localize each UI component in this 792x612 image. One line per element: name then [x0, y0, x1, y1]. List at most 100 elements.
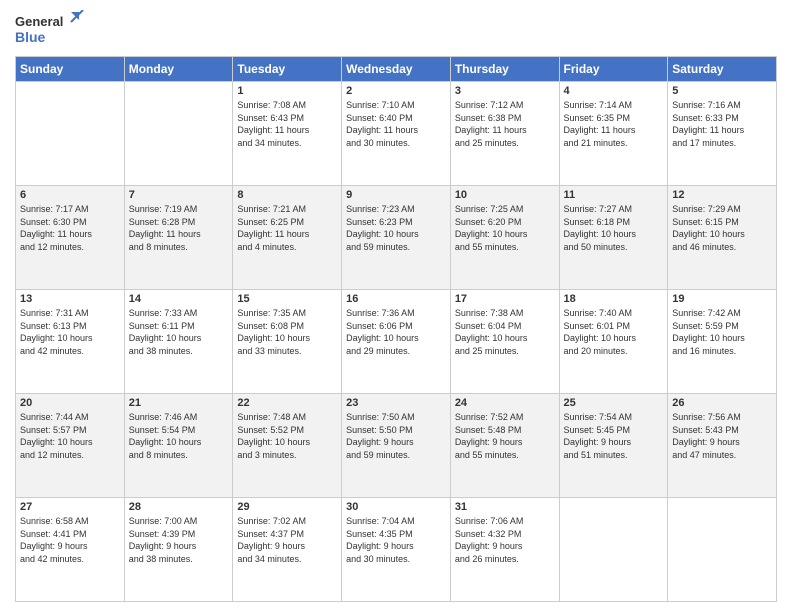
day-number: 8	[237, 189, 337, 201]
day-cell: 2 Sunrise: 7:10 AM Sunset: 6:40 PM Daylig…	[342, 82, 451, 186]
day-number: 30	[346, 501, 446, 513]
day-cell	[668, 498, 777, 602]
day-number: 15	[237, 293, 337, 305]
day-cell: 15 Sunrise: 7:35 AM Sunset: 6:08 PM Dayli…	[233, 290, 342, 394]
day-cell	[559, 498, 668, 602]
day-number: 17	[455, 293, 555, 305]
day-info: Sunrise: 7:33 AM Sunset: 6:11 PM Dayligh…	[129, 307, 229, 357]
col-header-monday: Monday	[124, 57, 233, 82]
svg-text:General: General	[15, 14, 63, 29]
day-info: Sunrise: 7:31 AM Sunset: 6:13 PM Dayligh…	[20, 307, 120, 357]
week-row-4: 20 Sunrise: 7:44 AM Sunset: 5:57 PM Dayli…	[16, 394, 777, 498]
logo: General Blue	[15, 10, 85, 48]
day-info: Sunrise: 7:02 AM Sunset: 4:37 PM Dayligh…	[237, 515, 337, 565]
day-info: Sunrise: 7:19 AM Sunset: 6:28 PM Dayligh…	[129, 203, 229, 253]
day-number: 22	[237, 397, 337, 409]
day-number: 16	[346, 293, 446, 305]
day-info: Sunrise: 7:42 AM Sunset: 5:59 PM Dayligh…	[672, 307, 772, 357]
day-cell	[16, 82, 125, 186]
day-number: 31	[455, 501, 555, 513]
day-headers-row: SundayMondayTuesdayWednesdayThursdayFrid…	[16, 57, 777, 82]
week-row-3: 13 Sunrise: 7:31 AM Sunset: 6:13 PM Dayli…	[16, 290, 777, 394]
header: General Blue	[15, 10, 777, 48]
logo-svg: General Blue	[15, 10, 85, 48]
day-number: 20	[20, 397, 120, 409]
day-info: Sunrise: 7:36 AM Sunset: 6:06 PM Dayligh…	[346, 307, 446, 357]
day-number: 6	[20, 189, 120, 201]
day-cell: 7 Sunrise: 7:19 AM Sunset: 6:28 PM Daylig…	[124, 186, 233, 290]
day-info: Sunrise: 7:16 AM Sunset: 6:33 PM Dayligh…	[672, 99, 772, 149]
day-number: 23	[346, 397, 446, 409]
day-number: 2	[346, 85, 446, 97]
day-cell: 28 Sunrise: 7:00 AM Sunset: 4:39 PM Dayli…	[124, 498, 233, 602]
week-row-2: 6 Sunrise: 7:17 AM Sunset: 6:30 PM Daylig…	[16, 186, 777, 290]
day-cell: 18Sunrise: 7:40 AM Sunset: 6:01 PM Dayli…	[559, 290, 668, 394]
day-cell: 16 Sunrise: 7:36 AM Sunset: 6:06 PM Dayli…	[342, 290, 451, 394]
day-cell: 14Sunrise: 7:33 AM Sunset: 6:11 PM Dayli…	[124, 290, 233, 394]
day-cell: 10 Sunrise: 7:25 AM Sunset: 6:20 PM Dayli…	[450, 186, 559, 290]
col-header-sunday: Sunday	[16, 57, 125, 82]
col-header-tuesday: Tuesday	[233, 57, 342, 82]
calendar-table: SundayMondayTuesdayWednesdayThursdayFrid…	[15, 56, 777, 602]
day-cell: 30 Sunrise: 7:04 AM Sunset: 4:35 PM Dayli…	[342, 498, 451, 602]
day-info: Sunrise: 7:00 AM Sunset: 4:39 PM Dayligh…	[129, 515, 229, 565]
day-cell: 13 Sunrise: 7:31 AM Sunset: 6:13 PM Dayli…	[16, 290, 125, 394]
day-info: Sunrise: 7:46 AM Sunset: 5:54 PM Dayligh…	[129, 411, 229, 461]
day-cell: 23 Sunrise: 7:50 AM Sunset: 5:50 PM Dayli…	[342, 394, 451, 498]
day-info: Sunrise: 7:50 AM Sunset: 5:50 PM Dayligh…	[346, 411, 446, 461]
day-cell: 24Sunrise: 7:52 AM Sunset: 5:48 PM Dayli…	[450, 394, 559, 498]
day-info: Sunrise: 7:17 AM Sunset: 6:30 PM Dayligh…	[20, 203, 120, 253]
day-number: 19	[672, 293, 772, 305]
day-cell: 17 Sunrise: 7:38 AM Sunset: 6:04 PM Dayli…	[450, 290, 559, 394]
day-number: 28	[129, 501, 229, 513]
day-number: 7	[129, 189, 229, 201]
day-cell: 26Sunrise: 7:56 AM Sunset: 5:43 PM Dayli…	[668, 394, 777, 498]
day-number: 10	[455, 189, 555, 201]
day-info: Sunrise: 7:56 AM Sunset: 5:43 PM Dayligh…	[672, 411, 772, 461]
day-info: Sunrise: 7:48 AM Sunset: 5:52 PM Dayligh…	[237, 411, 337, 461]
col-header-saturday: Saturday	[668, 57, 777, 82]
day-info: Sunrise: 7:12 AM Sunset: 6:38 PM Dayligh…	[455, 99, 555, 149]
day-info: Sunrise: 7:06 AM Sunset: 4:32 PM Dayligh…	[455, 515, 555, 565]
day-cell: 6 Sunrise: 7:17 AM Sunset: 6:30 PM Daylig…	[16, 186, 125, 290]
day-cell: 4 Sunrise: 7:14 AM Sunset: 6:35 PM Daylig…	[559, 82, 668, 186]
day-number: 13	[20, 293, 120, 305]
day-number: 18	[564, 293, 664, 305]
day-info: Sunrise: 7:04 AM Sunset: 4:35 PM Dayligh…	[346, 515, 446, 565]
day-info: Sunrise: 7:29 AM Sunset: 6:15 PM Dayligh…	[672, 203, 772, 253]
day-info: Sunrise: 7:27 AM Sunset: 6:18 PM Dayligh…	[564, 203, 664, 253]
day-number: 4	[564, 85, 664, 97]
day-number: 12	[672, 189, 772, 201]
day-cell: 3Sunrise: 7:12 AM Sunset: 6:38 PM Daylig…	[450, 82, 559, 186]
day-number: 21	[129, 397, 229, 409]
day-number: 25	[564, 397, 664, 409]
day-info: Sunrise: 7:44 AM Sunset: 5:57 PM Dayligh…	[20, 411, 120, 461]
day-number: 27	[20, 501, 120, 513]
day-number: 1	[237, 85, 337, 97]
day-cell: 27 Sunrise: 6:58 AM Sunset: 4:41 PM Dayli…	[16, 498, 125, 602]
day-cell: 5 Sunrise: 7:16 AM Sunset: 6:33 PM Daylig…	[668, 82, 777, 186]
day-number: 29	[237, 501, 337, 513]
day-info: Sunrise: 7:14 AM Sunset: 6:35 PM Dayligh…	[564, 99, 664, 149]
day-cell: 25Sunrise: 7:54 AM Sunset: 5:45 PM Dayli…	[559, 394, 668, 498]
day-number: 5	[672, 85, 772, 97]
day-info: Sunrise: 7:21 AM Sunset: 6:25 PM Dayligh…	[237, 203, 337, 253]
week-row-5: 27 Sunrise: 6:58 AM Sunset: 4:41 PM Dayli…	[16, 498, 777, 602]
day-info: Sunrise: 7:25 AM Sunset: 6:20 PM Dayligh…	[455, 203, 555, 253]
day-info: Sunrise: 7:38 AM Sunset: 6:04 PM Dayligh…	[455, 307, 555, 357]
day-info: Sunrise: 7:52 AM Sunset: 5:48 PM Dayligh…	[455, 411, 555, 461]
day-cell: 11 Sunrise: 7:27 AM Sunset: 6:18 PM Dayli…	[559, 186, 668, 290]
col-header-friday: Friday	[559, 57, 668, 82]
day-info: Sunrise: 6:58 AM Sunset: 4:41 PM Dayligh…	[20, 515, 120, 565]
day-info: Sunrise: 7:08 AM Sunset: 6:43 PM Dayligh…	[237, 99, 337, 149]
day-cell: 29 Sunrise: 7:02 AM Sunset: 4:37 PM Dayli…	[233, 498, 342, 602]
col-header-thursday: Thursday	[450, 57, 559, 82]
day-number: 9	[346, 189, 446, 201]
day-cell: 19 Sunrise: 7:42 AM Sunset: 5:59 PM Dayli…	[668, 290, 777, 394]
day-info: Sunrise: 7:23 AM Sunset: 6:23 PM Dayligh…	[346, 203, 446, 253]
day-info: Sunrise: 7:10 AM Sunset: 6:40 PM Dayligh…	[346, 99, 446, 149]
day-cell: 12 Sunrise: 7:29 AM Sunset: 6:15 PM Dayli…	[668, 186, 777, 290]
day-cell	[124, 82, 233, 186]
day-info: Sunrise: 7:35 AM Sunset: 6:08 PM Dayligh…	[237, 307, 337, 357]
day-number: 11	[564, 189, 664, 201]
